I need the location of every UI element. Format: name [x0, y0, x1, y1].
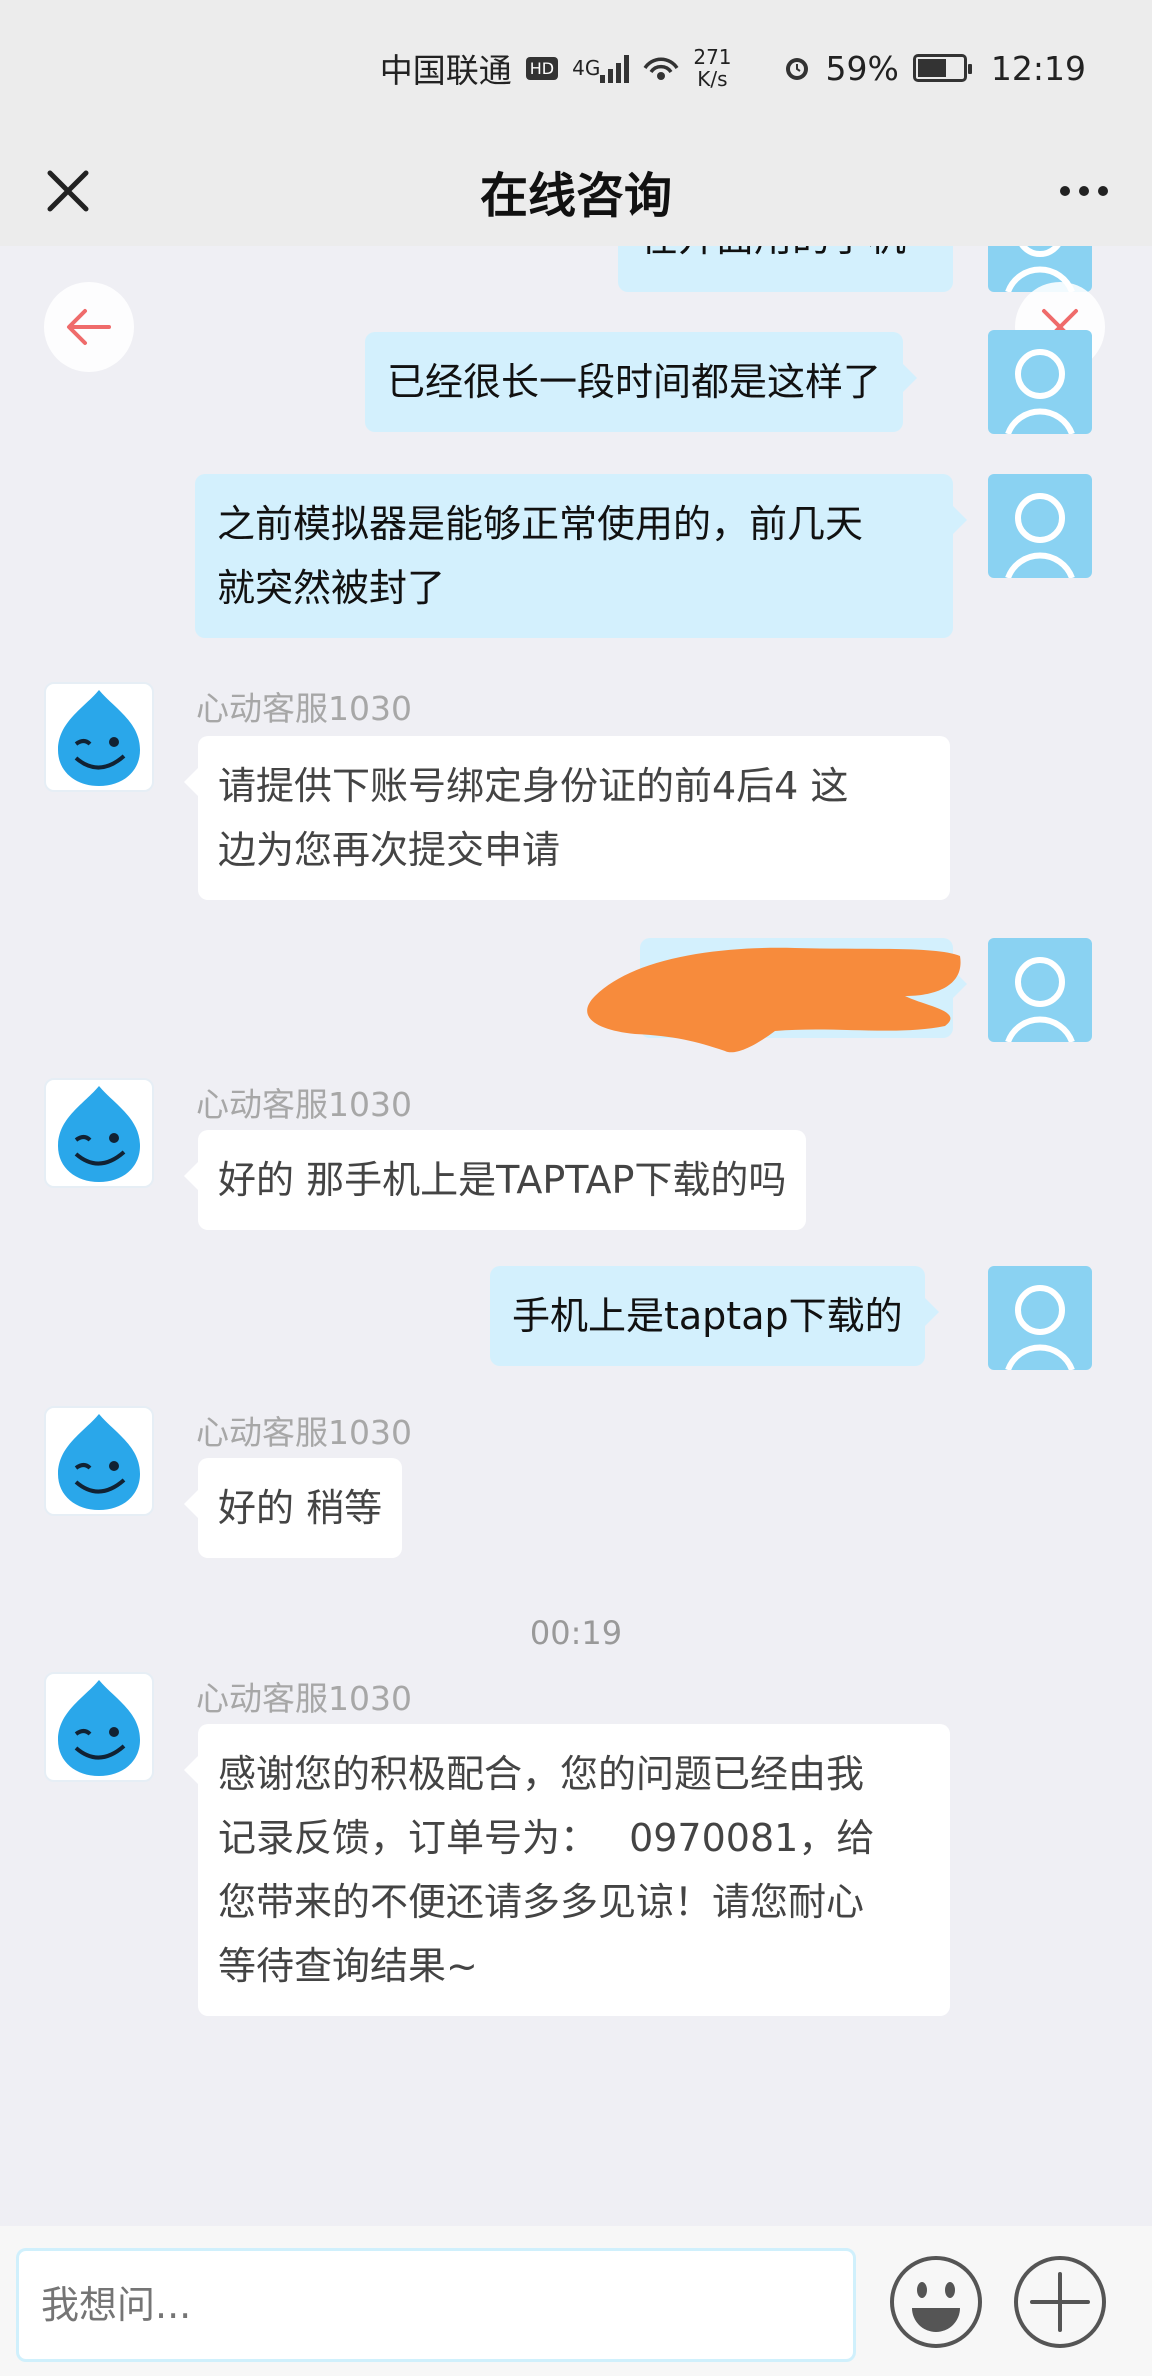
carrier-label: 中国联通 — [379, 51, 512, 90]
back-button[interactable] — [44, 282, 134, 372]
user-avatar — [988, 1266, 1092, 1370]
agent-avatar — [44, 1406, 154, 1516]
agent-avatar — [44, 1078, 154, 1188]
agent-message-line: 边为您再次提交申请 — [218, 828, 561, 872]
message-input[interactable] — [16, 2248, 856, 2362]
more-button[interactable] — [1046, 153, 1122, 229]
close-icon — [47, 170, 89, 212]
user-avatar — [988, 330, 1092, 434]
emoji-icon — [890, 2256, 982, 2348]
emoji-button[interactable] — [888, 2254, 984, 2350]
agent-message-line: 等待查询结果~ — [218, 1944, 478, 1988]
more-icon — [1060, 186, 1070, 196]
time-divider: 00:19 — [529, 1614, 623, 1652]
page-title: 在线咨询 — [479, 168, 672, 224]
agent-avatar — [44, 1672, 154, 1782]
battery-icon — [912, 54, 972, 82]
close-button[interactable] — [30, 153, 106, 229]
plus-icon — [1014, 2256, 1106, 2348]
user-message-bubble: 在开面用的手机 — [618, 246, 953, 292]
user-message-bubble: 之前模拟器是能够正常使用的，前几天 就突然被封了 — [195, 474, 967, 638]
agent-name: 心动客服1030 — [196, 1085, 412, 1124]
agent-name: 心动客服1030 — [196, 1413, 412, 1452]
agent-message-bubble: 感谢您的积极配合，您的问题已经由我 记录反馈，订单号为： 0970081，给 您… — [184, 1724, 950, 2016]
agent-message-line: 请提供下账号绑定身份证的前4后4 这 — [218, 764, 849, 808]
agent-message-line: 记录反馈，订单号为： 0970081，给 — [218, 1816, 875, 1860]
user-message-text: 已经很长一段时间都是这样了 — [387, 360, 882, 404]
wifi-hotspot-icon — [643, 52, 679, 84]
agent-message-bubble: 好的 那手机上是TAPTAP下载的吗 — [183, 1130, 807, 1230]
alarm-icon — [782, 53, 812, 83]
composer — [0, 2226, 1152, 2376]
network-speed-unit: K/s — [697, 67, 728, 91]
agent-message-bubble: 请提供下账号绑定身份证的前4后4 这 边为您再次提交申请 — [184, 736, 950, 900]
user-message-bubble: 手机上是taptap下载的 — [490, 1266, 939, 1366]
agent-message-line: 您带来的不便还请多多见谅！请您耐心 — [218, 1880, 865, 1924]
hd-badge: HD — [525, 56, 559, 80]
agent-avatar — [44, 682, 154, 792]
user-message-bubble: 已经很长一段时间都是这样了 — [365, 332, 918, 432]
agent-name: 心动客服1030 — [196, 1679, 412, 1718]
agent-message-bubble: 好的 稍等 — [183, 1458, 403, 1558]
network-speed-value: 271 — [693, 45, 732, 69]
chat-log[interactable]: 在开面用的手机 已经很长一段时间都是这样了 之前模拟器是能够正常使用的，前几天 … — [0, 246, 1152, 2226]
user-message-line: 之前模拟器是能够正常使用的，前几天 — [217, 502, 864, 546]
user-avatar — [988, 938, 1092, 1042]
clock: 12:19 — [990, 48, 1086, 88]
user-message-text: 手机上是taptap下载的 — [512, 1294, 903, 1338]
header: 在线咨询 — [0, 136, 1152, 246]
back-arrow-icon — [67, 309, 111, 345]
agent-message-line: 感谢您的积极配合，您的问题已经由我 — [218, 1752, 865, 1796]
agent-message-text: 好的 稍等 — [218, 1486, 383, 1530]
signal-icon: 4G — [572, 53, 630, 83]
user-message-line: 就突然被封了 — [217, 566, 446, 610]
agent-message-text: 好的 那手机上是TAPTAP下载的吗 — [218, 1158, 787, 1202]
agent-name: 心动客服1030 — [196, 689, 412, 728]
redaction-scribble — [587, 947, 961, 1053]
network-type-label: 4G — [572, 56, 601, 80]
battery-percent: 59% — [825, 48, 899, 88]
status-bar: 中国联通 HD 4G 271 K/s 59% 12:19 — [0, 0, 1152, 136]
network-speed: 271 K/s — [693, 46, 731, 90]
user-message-text: 在开面用的手机 — [640, 246, 931, 270]
user-avatar — [988, 474, 1092, 578]
add-button[interactable] — [1012, 2254, 1108, 2350]
